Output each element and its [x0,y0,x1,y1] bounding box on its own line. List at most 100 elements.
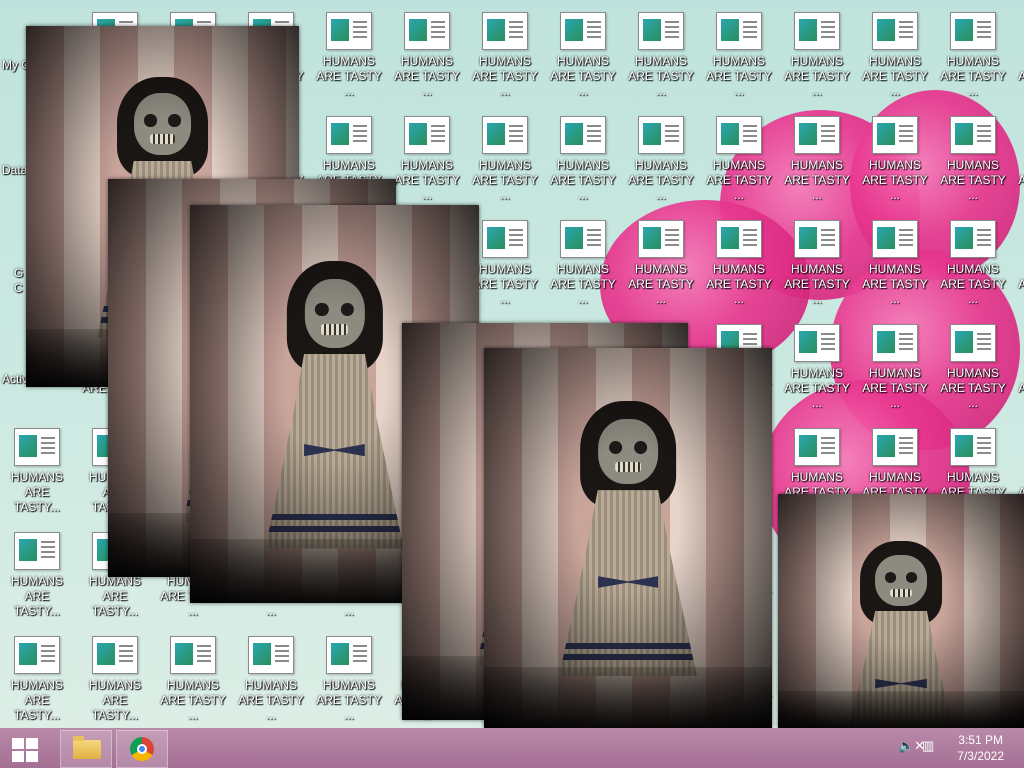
desktop-file-icon[interactable]: HUMANS ARE TASTY ... [1014,210,1024,306]
desktop-file-icon[interactable]: HUMANS ARE TASTY ... [468,2,542,98]
desktop-file-icon[interactable]: HUMANS ARE TASTY ... [780,106,854,202]
desktop-file-icon[interactable]: HUMANS ARE TASTY ... [858,106,932,202]
network-icon[interactable]: ▥ [922,738,934,754]
desktop-file-icon[interactable]: HUMANS ARE TASTY ... [1014,314,1024,410]
chrome-icon [130,737,154,761]
desktop-file-icon[interactable]: HUMANS ARE TASTY ... [702,210,776,306]
desktop-icon-activate[interactable]: Activ [2,372,28,386]
desktop-file-icon[interactable]: HUMANS ARE TASTY ... [936,2,1010,98]
desktop-file-icon[interactable]: HUMANS ARE TASTY ... [234,626,308,722]
document-icon [14,532,60,570]
desktop-file-icon[interactable]: HUMANS ARE TASTY ... [936,106,1010,202]
desktop-file-icon[interactable]: HUMANS ARE TASTY ... [702,106,776,202]
desktop-file-icon[interactable]: HUMANS ARE TASTY ... [936,314,1010,410]
desktop-file-label: HUMANS ARE TASTY ... [862,54,928,98]
document-icon [482,220,528,258]
desktop-file-label: HUMANS ARE TASTY ... [472,262,538,306]
desktop-file-label: HUMANS ARE TASTY ... [394,54,460,98]
desktop-file-label: HUMANS ARE TASTY ... [940,54,1006,98]
document-icon [950,220,996,258]
document-icon [638,116,684,154]
desktop-file-icon[interactable]: HUMANS ARE TASTY ... [702,2,776,98]
document-icon [872,220,918,258]
desktop-file-icon[interactable]: HUMANS ARE TASTY ... [624,210,698,306]
desktop-file-label: HUMANS ARE TASTY ... [316,678,382,722]
desktop-file-label: HUMANS ARE TASTY ... [862,262,928,306]
desktop-file-label: HUMANS ARE TASTY... [10,574,63,618]
desktop-icon-data[interactable]: Data [2,163,27,177]
desktop-file-icon[interactable]: HUMANS ARE TASTY ... [312,2,386,98]
document-icon [482,116,528,154]
desktop-file-icon[interactable]: HUMANS ARE TASTY... [78,626,152,722]
document-icon [794,324,840,362]
document-icon [560,116,606,154]
document-icon [326,636,372,674]
desktop-file-icon[interactable]: HUMANS ARE TASTY ... [468,210,542,306]
desktop-file-label: HUMANS ARE TASTY ... [394,158,460,202]
popup-image-window[interactable] [484,348,772,728]
desktop-file-icon[interactable]: HUMANS ARE TASTY ... [546,210,620,306]
document-icon [560,220,606,258]
desktop-file-label: HUMANS ARE TASTY ... [862,366,928,410]
desktop-file-icon[interactable]: HUMANS ARE TASTY ... [936,210,1010,306]
document-icon [872,324,918,362]
desktop-file-icon[interactable]: HUMANS ARE TASTY ... [156,626,230,722]
desktop-file-label: HUMANS ARE TASTY ... [1018,277,1024,291]
start-button[interactable] [4,730,54,766]
desktop-file-label: HUMANS ARE TASTY ... [472,54,538,98]
popup-image-window[interactable] [778,494,1024,728]
desktop-file-icon[interactable]: HUMANS ARE TASTY... [0,418,74,514]
desktop-file-icon[interactable]: HUMANS ARE TASTY ... [858,2,932,98]
desktop-file-icon[interactable]: HUMANS ARE TASTY ... [780,2,854,98]
desktop-file-icon[interactable]: HUMANS ARE TASTY ... [1014,106,1024,202]
desktop-file-label: HUMANS ARE TASTY... [88,574,141,618]
desktop-file-label: HUMANS ARE TASTY ... [940,262,1006,306]
document-icon [950,12,996,50]
document-icon [638,220,684,258]
document-icon [716,220,762,258]
desktop-file-icon[interactable]: HUMANS ARE TASTY ... [390,2,464,98]
desktop-file-icon[interactable]: HUMANS ARE TASTY ... [780,314,854,410]
desktop-file-icon[interactable]: HUMANS ARE TASTY ... [858,210,932,306]
taskbar-google-chrome[interactable] [116,730,168,768]
taskbar-file-explorer[interactable] [60,730,112,768]
document-icon [326,12,372,50]
document-icon [560,12,606,50]
desktop-file-label: HUMANS ARE TASTY ... [238,678,304,722]
desktop-file-label: HUMANS ARE TASTY ... [784,366,850,410]
desktop-file-label: HUMANS ARE TASTY ... [550,54,616,98]
document-icon [326,116,372,154]
desktop-file-icon[interactable]: HUMANS ARE TASTY... [0,522,74,618]
document-icon [872,116,918,154]
document-icon [794,220,840,258]
clock[interactable]: 3:51 PM 7/3/2022 [957,732,1004,764]
desktop-file-label: HUMANS ARE TASTY ... [784,54,850,98]
document-icon [872,12,918,50]
desktop-file-label: HUMANS ARE TASTY ... [1018,69,1024,83]
desktop-file-icon[interactable]: HUMANS ARE TASTY ... [624,2,698,98]
desktop-file-label: HUMANS ARE TASTY ... [1018,173,1024,187]
document-icon [794,116,840,154]
desktop-file-icon[interactable]: HUMANS ARE TASTY ... [858,314,932,410]
desktop-file-icon[interactable]: HUMANS ARE TASTY ... [468,106,542,202]
document-icon [872,428,918,466]
desktop-file-icon[interactable]: HUMANS ARE TASTY ... [1014,2,1024,98]
desktop-file-icon[interactable]: HUMANS ARE TASTY ... [546,2,620,98]
clock-time: 3:51 PM [958,733,1003,747]
desktop[interactable]: My C Data G C Activ HUMANS ARE TASTY ...… [0,0,1024,728]
document-icon [482,12,528,50]
desktop-file-label: HUMANS ARE TASTY ... [628,158,694,202]
document-icon [950,428,996,466]
desktop-file-icon[interactable]: HUMANS ARE TASTY ... [780,210,854,306]
desktop-file-icon[interactable]: HUMANS ARE TASTY ... [312,626,386,722]
desktop-file-icon[interactable]: HUMANS ARE TASTY... [0,626,74,722]
desktop-file-icon[interactable]: HUMANS ARE TASTY ... [624,106,698,202]
desktop-file-label: HUMANS ARE TASTY ... [706,158,772,202]
document-icon [14,636,60,674]
desktop-icon-google-chrome[interactable]: G C [14,266,23,296]
document-icon [794,12,840,50]
desktop-file-icon[interactable]: HUMANS ARE TASTY ... [390,106,464,202]
desktop-file-label: HUMANS ARE TASTY ... [940,158,1006,202]
desktop-file-icon[interactable]: HUMANS ARE TASTY ... [546,106,620,202]
document-icon [716,116,762,154]
